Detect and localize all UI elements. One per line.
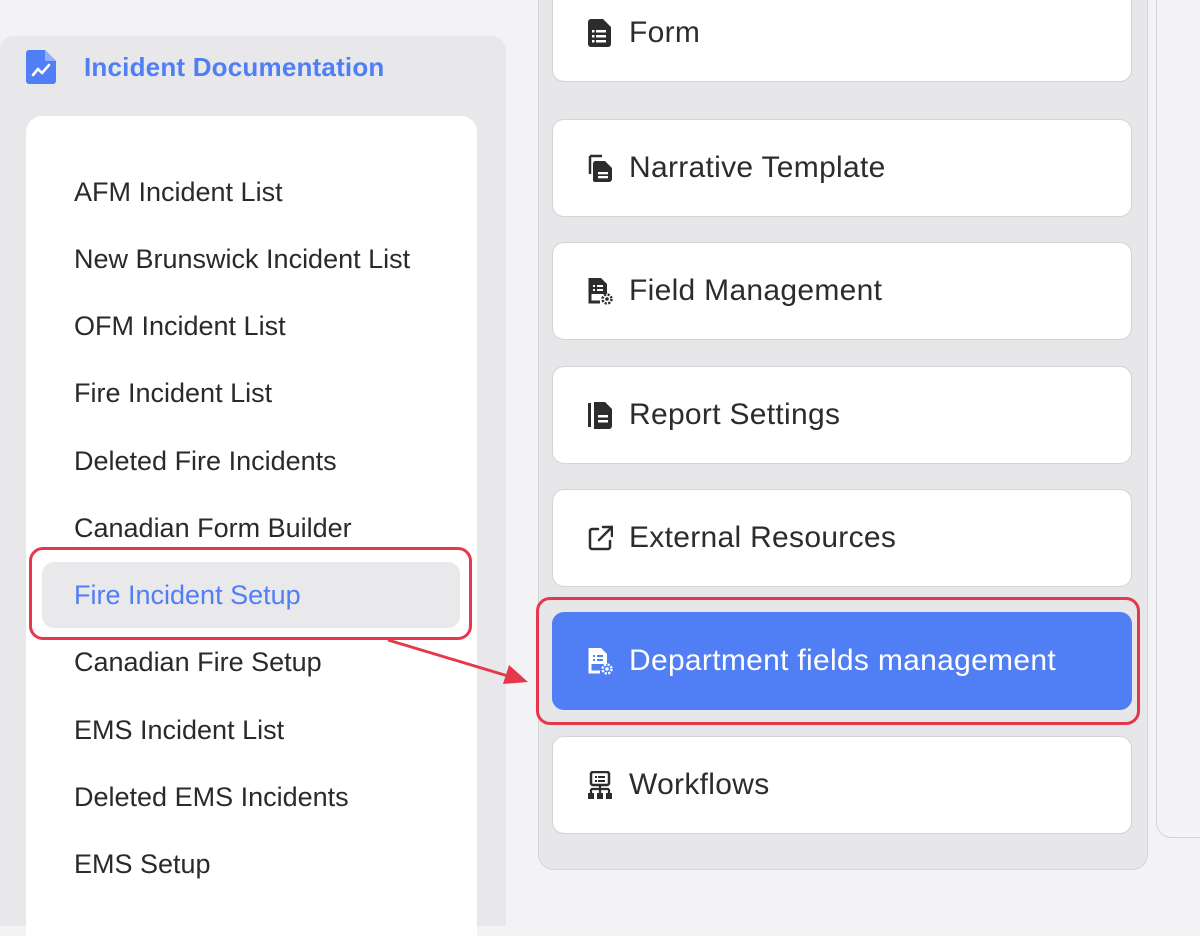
sidebar-item-fire-incident-list[interactable]: Fire Incident List — [74, 373, 272, 413]
sidebar-menu-card: AFM Incident List New Brunswick Incident… — [26, 116, 477, 936]
external-link-icon — [588, 525, 613, 551]
sidebar-item-ems-incident-list[interactable]: EMS Incident List — [74, 710, 284, 750]
report-document-icon — [588, 402, 612, 429]
sidebar-item-deleted-fire-incidents[interactable]: Deleted Fire Incidents — [74, 441, 337, 481]
workflow-icon — [588, 771, 612, 799]
setup-menu-panel: Form Narrative Template Field Management — [538, 0, 1148, 870]
menu-item-label: Form — [629, 16, 701, 49]
sidebar-item-deleted-ems-incidents[interactable]: Deleted EMS Incidents — [74, 777, 349, 817]
menu-item-field-management[interactable]: Field Management — [552, 242, 1132, 340]
sidebar-title: Incident Documentation — [84, 51, 385, 82]
menu-item-label: Workflows — [629, 768, 770, 801]
menu-item-workflows[interactable]: Workflows — [552, 736, 1132, 834]
field-settings-icon — [588, 278, 613, 305]
sidebar-header[interactable]: Incident Documentation — [26, 50, 385, 84]
menu-item-external-resources[interactable]: External Resources — [552, 489, 1132, 587]
sidebar-item-canadian-form-builder[interactable]: Canadian Form Builder — [74, 508, 352, 548]
sidebar-item-new-brunswick-incident-list[interactable]: New Brunswick Incident List — [74, 239, 410, 279]
form-list-icon — [588, 19, 611, 47]
menu-item-narrative-template[interactable]: Narrative Template — [552, 119, 1132, 217]
annotation-highlight-fire-incident-setup — [29, 547, 472, 640]
sidebar-item-ofm-incident-list[interactable]: OFM Incident List — [74, 306, 286, 346]
menu-item-label: Report Settings — [629, 398, 841, 431]
document-chart-icon — [26, 50, 56, 84]
sidebar-item-ems-setup[interactable]: EMS Setup — [74, 844, 211, 884]
sidebar-item-canadian-fire-setup[interactable]: Canadian Fire Setup — [74, 642, 322, 682]
menu-item-label: Narrative Template — [629, 151, 886, 184]
content-panel — [1156, 0, 1200, 838]
menu-item-label: External Resources — [629, 521, 897, 554]
menu-item-form[interactable]: Form — [552, 0, 1132, 82]
copy-document-icon — [588, 154, 612, 182]
sidebar-item-afm-incident-list[interactable]: AFM Incident List — [74, 172, 283, 212]
menu-item-label: Field Management — [629, 274, 883, 307]
menu-item-report-settings[interactable]: Report Settings — [552, 366, 1132, 464]
annotation-highlight-department-fields-management — [536, 597, 1140, 725]
